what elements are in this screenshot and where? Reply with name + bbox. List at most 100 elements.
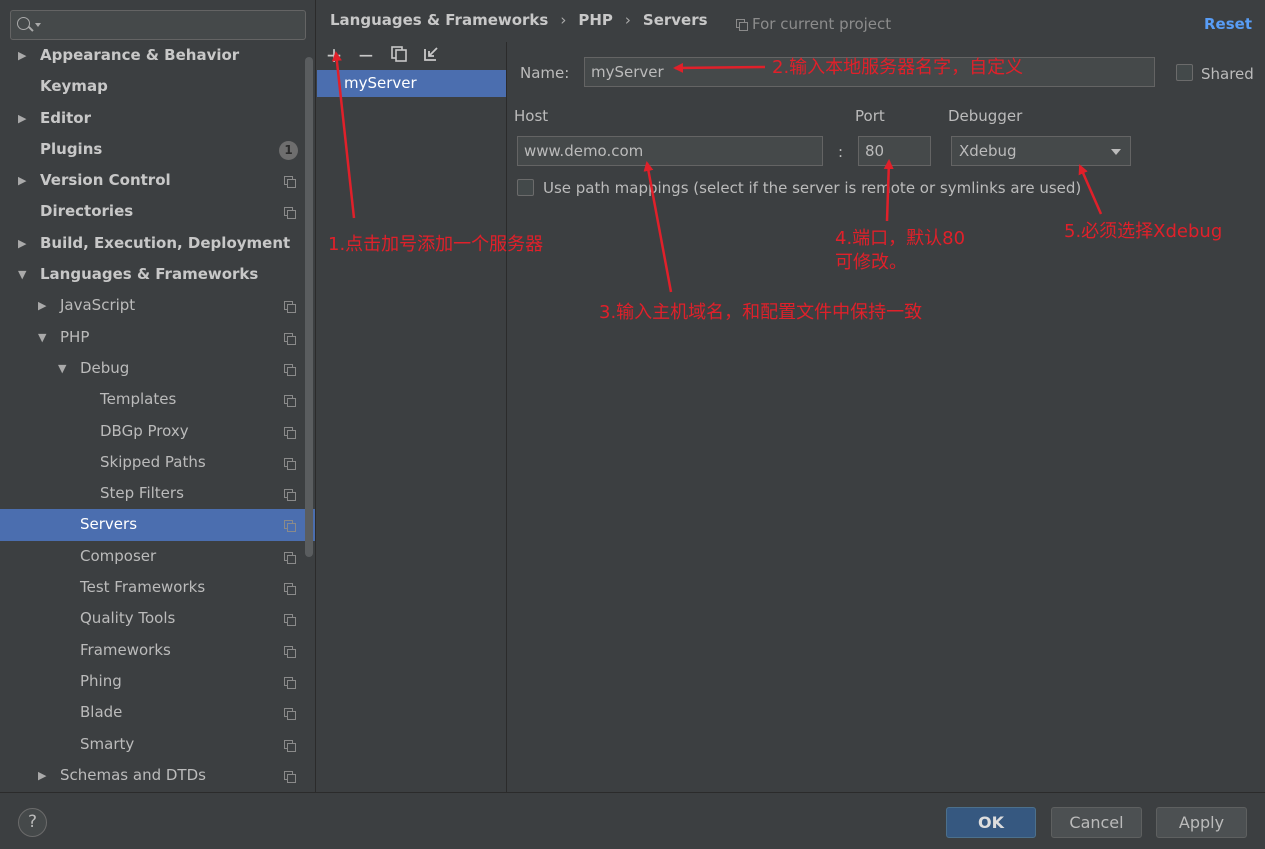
sidebar-item-step-filters[interactable]: Step Filters <box>0 478 315 509</box>
project-level-icon <box>284 176 296 189</box>
sidebar-item-label: Quality Tools <box>80 609 176 628</box>
settings-header: Languages & Frameworks › PHP › Servers For c… <box>316 0 1265 42</box>
annotation-add-server: 1.点击加号添加一个服务器 <box>328 234 544 255</box>
sidebar-item-debug[interactable]: ▼ Debug <box>0 353 315 384</box>
sidebar-scrollbar[interactable] <box>305 57 313 557</box>
shared-label-text: Shared <box>1201 65 1254 83</box>
dialog-footer: ? OK Cancel Apply <box>0 792 1265 849</box>
path-mappings-checkbox[interactable] <box>517 179 534 196</box>
server-list-item[interactable]: myServer <box>317 70 506 97</box>
sidebar-item-label: Plugins <box>40 139 103 158</box>
copy-server-button[interactable] <box>388 45 410 67</box>
add-server-button[interactable]: + <box>323 45 345 67</box>
sidebar-item-directories[interactable]: Directories <box>0 196 315 227</box>
chevron-down-icon <box>35 23 41 27</box>
sidebar-item-quality-tools[interactable]: Quality Tools <box>0 603 315 634</box>
expanded-arrow-icon[interactable]: ▼ <box>58 353 72 384</box>
ok-button[interactable]: OK <box>946 807 1036 838</box>
sidebar-item-frameworks[interactable]: Frameworks <box>0 635 315 666</box>
collapsed-arrow-icon[interactable]: ▶ <box>18 165 32 196</box>
project-level-icon <box>284 207 296 220</box>
plugins-update-badge: 1 <box>279 140 298 160</box>
sidebar-item-label: Frameworks <box>80 640 171 659</box>
search-icon <box>17 17 30 30</box>
sidebar-item-editor[interactable]: ▶ Editor <box>0 103 315 134</box>
sidebar-item-templates[interactable]: Templates <box>0 384 315 415</box>
sidebar-item-label: Version Control <box>40 171 171 190</box>
sidebar-item-label: DBGp Proxy <box>100 421 189 440</box>
sidebar-item-label: Build, Execution, Deployment <box>40 233 291 252</box>
project-level-icon <box>284 739 296 752</box>
sidebar-item-label: Blade <box>80 703 123 722</box>
sidebar-item-label: Composer <box>80 546 157 565</box>
port-field[interactable]: 80 <box>858 136 931 166</box>
sidebar-item-phing[interactable]: Phing <box>0 666 315 697</box>
breadcrumb-item: Servers <box>642 11 708 29</box>
sidebar-item-build-execution-deployment[interactable]: ▶ Build, Execution, Deployment <box>0 228 315 259</box>
shared-checkbox[interactable] <box>1176 64 1193 81</box>
help-button[interactable]: ? <box>18 808 47 837</box>
path-mappings-label: Use path mappings (select if the server … <box>543 179 1082 197</box>
sidebar-item-dbgp-proxy[interactable]: DBGp Proxy <box>0 416 315 447</box>
sidebar-item-label: PHP <box>60 327 90 346</box>
collapsed-arrow-icon[interactable]: ▶ <box>18 103 32 134</box>
settings-search-input[interactable] <box>10 10 306 40</box>
project-scope-icon <box>736 19 748 31</box>
sidebar-item-label: Servers <box>80 515 138 534</box>
sidebar-item-label: Languages & Frameworks <box>40 265 259 284</box>
collapsed-arrow-icon[interactable]: ▶ <box>18 40 32 71</box>
host-label: Host <box>514 107 549 125</box>
sidebar-item-languages-frameworks[interactable]: ▼ Languages & Frameworks <box>0 259 315 290</box>
expanded-arrow-icon[interactable]: ▼ <box>18 259 32 290</box>
sidebar-item-smarty[interactable]: Smarty <box>0 729 315 760</box>
project-level-icon <box>284 363 296 376</box>
project-level-icon <box>284 676 296 689</box>
sidebar-item-php[interactable]: ▼ PHP <box>0 322 315 353</box>
project-level-icon <box>284 583 296 596</box>
sidebar-item-version-control[interactable]: ▶ Version Control <box>0 165 315 196</box>
sidebar-item-label: Skipped Paths <box>100 452 206 471</box>
sidebar-item-label: Templates <box>100 390 177 409</box>
sidebar-item-schemas-and-dtds[interactable]: ▶ Schemas and DTDs <box>0 760 315 791</box>
sidebar-item-keymap[interactable]: Keymap <box>0 71 315 102</box>
sidebar-item-label: Smarty <box>80 734 135 753</box>
sidebar-item-servers[interactable]: Servers <box>0 509 315 541</box>
breadcrumb-item[interactable]: Languages & Frameworks <box>330 11 548 29</box>
breadcrumb-item[interactable]: PHP <box>578 11 613 29</box>
sidebar-item-plugins[interactable]: Plugins 1 <box>0 134 315 165</box>
import-server-button[interactable] <box>420 45 442 67</box>
expanded-arrow-icon[interactable]: ▼ <box>38 322 52 353</box>
breadcrumb-separator: › <box>560 11 567 29</box>
cancel-button[interactable]: Cancel <box>1051 807 1142 838</box>
project-scope-label: For current project <box>752 15 892 33</box>
breadcrumb-separator: › <box>624 11 631 29</box>
sidebar-item-label: Directories <box>40 202 134 221</box>
apply-button[interactable]: Apply <box>1156 807 1247 838</box>
debugger-select[interactable]: Xdebug <box>951 136 1131 166</box>
sidebar-item-label: Schemas and DTDs <box>60 765 206 784</box>
project-level-icon <box>284 301 296 314</box>
sidebar-item-blade[interactable]: Blade <box>0 697 315 728</box>
sidebar-item-javascript[interactable]: ▶ JavaScript <box>0 290 315 321</box>
project-level-icon <box>284 614 296 627</box>
sidebar-item-skipped-paths[interactable]: Skipped Paths <box>0 447 315 478</box>
sidebar-item-label: Debug <box>80 358 130 377</box>
sidebar-item-label: Step Filters <box>100 484 184 503</box>
project-scope: For current project <box>736 15 891 33</box>
server-list-panel: + − myServer <box>317 42 507 792</box>
annotation-debugger: 5.必须选择Xdebug <box>1064 221 1223 242</box>
host-field[interactable]: www.demo.com <box>517 136 823 166</box>
sidebar-item-label: Editor <box>40 108 91 127</box>
collapsed-arrow-icon[interactable]: ▶ <box>38 290 52 321</box>
host-port-separator: : <box>838 143 844 161</box>
debugger-select-value: Xdebug <box>959 142 1017 160</box>
sidebar-item-test-frameworks[interactable]: Test Frameworks <box>0 572 315 603</box>
sidebar-item-composer[interactable]: Composer <box>0 541 315 572</box>
collapsed-arrow-icon[interactable]: ▶ <box>18 228 32 259</box>
remove-server-button[interactable]: − <box>355 45 377 67</box>
debugger-label: Debugger <box>948 107 1023 125</box>
reset-link[interactable]: Reset <box>1204 15 1252 33</box>
collapsed-arrow-icon[interactable]: ▶ <box>38 760 52 791</box>
sidebar-item-label: Appearance & Behavior <box>40 46 240 64</box>
sidebar-item-appearance-behavior[interactable]: ▶ Appearance & Behavior <box>0 40 315 71</box>
